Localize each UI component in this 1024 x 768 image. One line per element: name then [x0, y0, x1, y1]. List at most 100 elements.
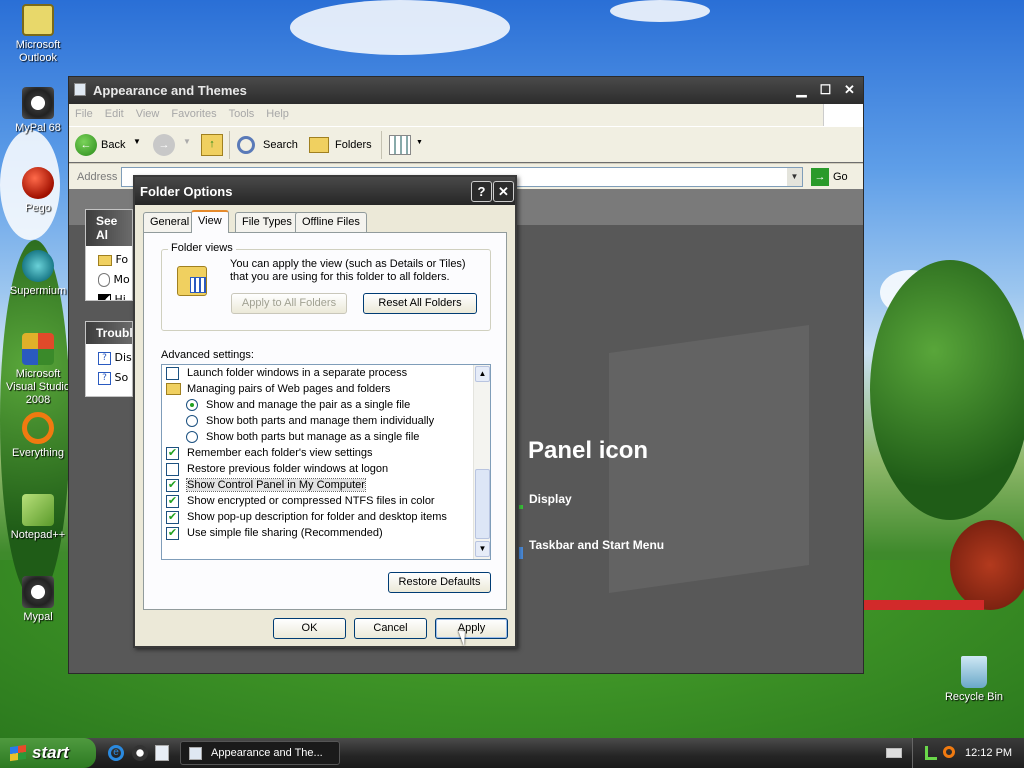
see-also-item[interactable]: Fo — [98, 250, 132, 270]
restore-defaults-button[interactable]: Restore Defaults — [388, 572, 491, 593]
back-button[interactable]: Back — [101, 139, 125, 151]
views-dropdown-icon[interactable]: ▼ — [416, 139, 423, 146]
checkbox[interactable]: ✔ — [166, 494, 179, 508]
taskbar-start-menu-link[interactable]: Taskbar and Start Menu — [529, 538, 664, 552]
menu-view[interactable]: View — [130, 104, 166, 120]
see-also-pane: See Al Fo Mo Hi — [85, 209, 133, 301]
help-icon: ? — [98, 371, 111, 385]
windows-flag-icon — [10, 744, 26, 762]
setting-row[interactable]: Restore previous folder windows at logon — [166, 461, 388, 477]
desktop-icon-recycle-bin[interactable]: Recycle Bin — [936, 656, 1012, 704]
minimize-button[interactable]: ▁ — [791, 80, 812, 101]
folders-icon[interactable] — [309, 137, 329, 153]
folders-button[interactable]: Folders — [335, 139, 372, 151]
tab-general[interactable]: General — [143, 212, 197, 232]
go-button[interactable]: Go — [833, 171, 848, 183]
setting-row[interactable]: Show and manage the pair as a single fil… — [186, 397, 410, 413]
maximize-button[interactable]: ☐ — [815, 80, 836, 101]
checkbox[interactable]: ✔ — [166, 526, 179, 540]
troubleshooter-item[interactable]: ? So — [98, 368, 132, 388]
setting-row[interactable]: ✔ Show pop-up description for folder and … — [166, 509, 447, 525]
menu-favorites[interactable]: Favorites — [165, 104, 222, 120]
setting-row-selected[interactable]: ✔ Show Control Panel in My Computer — [166, 477, 366, 493]
vertical-scrollbar[interactable]: ▲ ▼ — [473, 365, 490, 559]
setting-row[interactable]: Show both parts and manage them individu… — [186, 413, 434, 429]
scroll-thumb[interactable] — [475, 469, 490, 539]
reset-all-folders-button[interactable]: Reset All Folders — [363, 293, 477, 314]
setting-row[interactable]: ✔ Use simple file sharing (Recommended) — [166, 525, 383, 541]
forward-arrow-icon[interactable]: → — [153, 134, 175, 156]
advanced-settings-list[interactable]: Launch folder windows in a separate proc… — [161, 364, 491, 560]
go-arrow-icon[interactable]: → — [811, 168, 829, 186]
desktop-icon-outlook[interactable]: Microsoft Outlook — [0, 4, 76, 65]
folder-icon — [189, 747, 202, 760]
close-button[interactable]: ✕ — [493, 181, 514, 202]
search-icon[interactable] — [237, 136, 255, 154]
folder-options-dialog: Folder Options ? ✕ General View File Typ… — [133, 175, 517, 648]
see-also-item[interactable]: Hi — [98, 290, 132, 300]
tab-view[interactable]: View — [191, 210, 229, 233]
desktop-icon-mypal[interactable]: Mypal — [0, 576, 76, 624]
checkbox[interactable] — [166, 462, 179, 476]
apply-button[interactable]: Apply — [435, 618, 508, 639]
close-button[interactable]: ✕ — [839, 80, 860, 101]
explorer-quicklaunch-icon[interactable] — [155, 745, 169, 761]
setting-row[interactable]: Launch folder windows in a separate proc… — [166, 365, 407, 381]
setting-row[interactable]: Show both parts but manage as a single f… — [186, 429, 419, 445]
start-button[interactable]: start — [0, 738, 96, 768]
search-tray-icon[interactable] — [943, 746, 955, 758]
ie-quicklaunch-icon[interactable]: e — [108, 745, 124, 761]
clock[interactable]: 12:12 PM — [965, 738, 1012, 768]
explorer-titlebar[interactable]: Appearance and Themes ▁ ☐ ✕ — [69, 77, 863, 104]
bullet-icon — [519, 547, 523, 559]
search-button[interactable]: Search — [263, 139, 298, 151]
folder-icon — [166, 383, 181, 396]
dialog-titlebar[interactable]: Folder Options ? ✕ — [135, 177, 515, 205]
menu-tools[interactable]: Tools — [223, 104, 261, 120]
checkbox[interactable]: ✔ — [166, 478, 179, 492]
radio-button[interactable] — [186, 431, 198, 444]
separator — [229, 131, 230, 159]
up-folder-icon[interactable]: ↑ — [201, 134, 223, 156]
scroll-down-icon[interactable]: ▼ — [475, 541, 490, 557]
desktop-icon-supermium[interactable]: Supermium — [0, 250, 76, 298]
checkbox[interactable]: ✔ — [166, 446, 179, 460]
taskbar-item-appearance[interactable]: Appearance and The... — [180, 741, 340, 765]
menu-file[interactable]: File — [69, 104, 99, 120]
troubleshooter-item[interactable]: ? Dis — [98, 348, 132, 368]
setting-row[interactable]: ✔ Show encrypted or compressed NTFS files… — [166, 493, 435, 509]
forward-dropdown-icon[interactable]: ▼ — [183, 137, 191, 146]
desktop-icon-visual-studio[interactable]: Microsoft Visual Studio 2008 — [0, 333, 76, 407]
desktop-icon-everything[interactable]: Everything — [0, 412, 76, 460]
tab-offline-files[interactable]: Offline Files — [295, 212, 367, 232]
desktop-icon-notepadpp[interactable]: Notepad++ — [0, 494, 76, 542]
tab-file-types[interactable]: File Types — [235, 212, 299, 232]
scroll-up-icon[interactable]: ▲ — [475, 366, 490, 382]
address-dropdown-icon[interactable]: ▼ — [787, 168, 802, 186]
back-dropdown-icon[interactable]: ▼ — [133, 137, 141, 146]
checkbox[interactable]: ✔ — [166, 510, 179, 524]
network-tray-icon[interactable] — [925, 746, 937, 760]
keyboard-tray-icon[interactable] — [886, 748, 902, 758]
setting-row[interactable]: ✔ Remember each folder's view settings — [166, 445, 373, 461]
desktop-icon-mypal68[interactable]: MyPal 68 — [0, 87, 76, 135]
menu-edit[interactable]: Edit — [99, 104, 130, 120]
views-icon[interactable] — [389, 135, 411, 155]
setting-row: Managing pairs of Web pages and folders — [166, 381, 390, 397]
desktop-icon-pego[interactable]: Pego — [0, 167, 76, 215]
radio-button[interactable] — [186, 399, 198, 412]
checkbox[interactable] — [166, 366, 179, 380]
system-tray: 12:12 PM — [912, 738, 1024, 768]
help-icon: ? — [98, 351, 111, 365]
apply-to-all-folders-button[interactable]: Apply to All Folders — [231, 293, 347, 314]
help-button[interactable]: ? — [471, 181, 492, 202]
display-link[interactable]: Display — [529, 492, 572, 506]
mypal-quicklaunch-icon[interactable] — [132, 745, 148, 761]
radio-button[interactable] — [186, 415, 198, 428]
cancel-button[interactable]: Cancel — [354, 618, 427, 639]
ok-button[interactable]: OK — [273, 618, 346, 639]
back-arrow-icon[interactable]: ← — [75, 134, 97, 156]
raccoon-icon — [22, 87, 54, 119]
see-also-item[interactable]: Mo — [98, 270, 132, 290]
menu-help[interactable]: Help — [260, 104, 295, 120]
